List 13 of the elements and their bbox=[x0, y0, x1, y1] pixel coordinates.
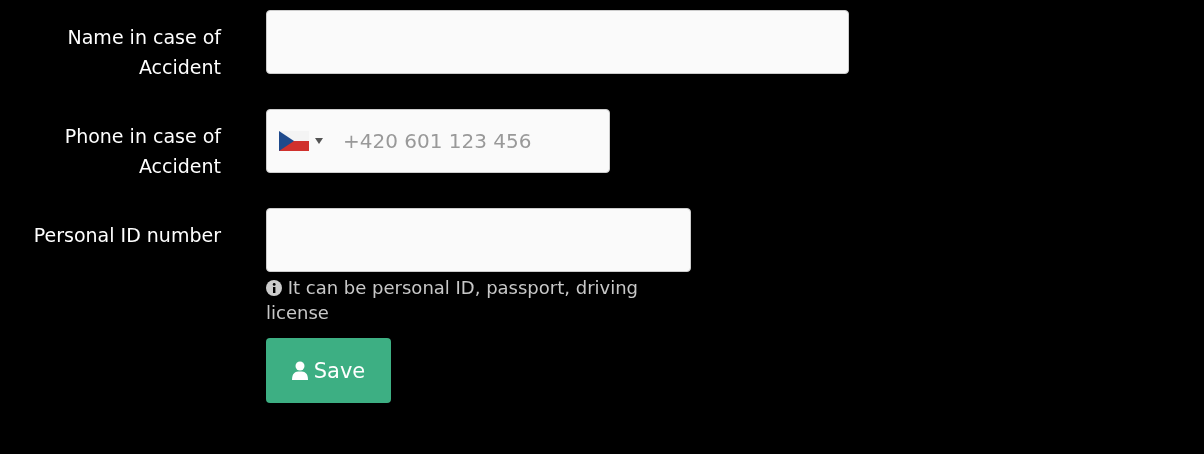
input-field[interactable] bbox=[266, 10, 849, 74]
phone-input[interactable]: +420 601 123 456 bbox=[341, 128, 597, 154]
info-icon bbox=[266, 280, 282, 296]
field-label: Personal ID number bbox=[32, 223, 221, 248]
user-icon bbox=[291, 360, 308, 381]
field-label: Name in case of Accident bbox=[66, 25, 221, 80]
field-label: Phone in case of Accident bbox=[63, 124, 221, 179]
phone-field[interactable]: +420 601 123 456 bbox=[266, 109, 610, 173]
flag-icon[interactable] bbox=[279, 131, 309, 151]
caret-icon bbox=[315, 138, 323, 144]
save-button[interactable]: Save bbox=[266, 338, 391, 403]
input-field[interactable] bbox=[266, 208, 691, 272]
help-text: It can be personal ID, passport, driving license bbox=[266, 277, 639, 323]
